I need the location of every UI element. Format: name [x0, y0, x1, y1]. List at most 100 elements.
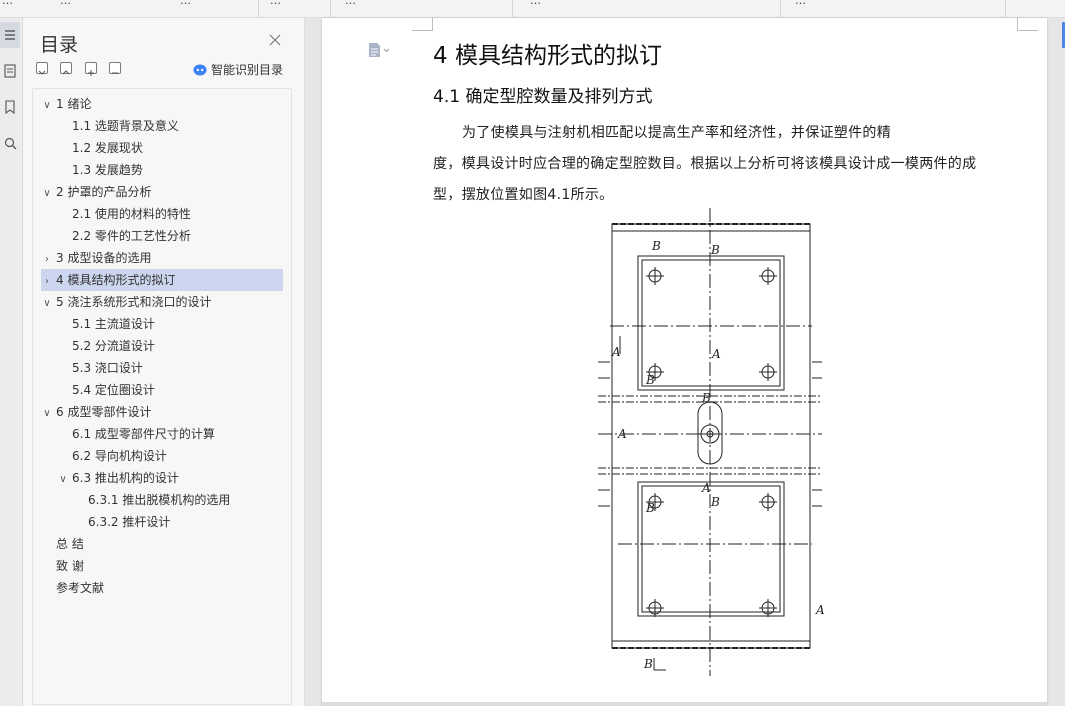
toolbar-fragment[interactable]: …: [2, 0, 13, 7]
section-label: B: [701, 391, 711, 405]
toc-item-label: 6.1 成型零部件尺寸的计算: [72, 427, 215, 441]
toc-item-label: 3 成型设备的选用: [56, 251, 152, 265]
toolbar-fragment[interactable]: …: [180, 0, 191, 7]
paragraph-line: 度，模具设计时应合理的确定型腔数目。根据以上分析可将该模具设计成一模两件的成: [433, 156, 977, 172]
toolbar-fragment[interactable]: …: [795, 0, 806, 7]
toc-item[interactable]: 1.1 选题背景及意义: [41, 115, 179, 137]
toc-item-label: 1.3 发展趋势: [72, 163, 143, 177]
section-label: A: [617, 427, 627, 441]
navigation-rail: [0, 18, 23, 706]
toc-item-label: 1 绪论: [56, 97, 92, 111]
toc-item[interactable]: › 4 模具结构形式的拟订: [41, 269, 283, 291]
toolbar-fragment[interactable]: …: [530, 0, 541, 7]
section-label: B: [710, 243, 720, 257]
toc-item[interactable]: 5.2 分流道设计: [41, 335, 155, 357]
toc-item-label: 6 成型零部件设计: [56, 405, 152, 419]
section-label: B: [710, 495, 720, 509]
smart-toc-button[interactable]: 智能识别目录: [193, 61, 283, 78]
expand-up-icon[interactable]: [60, 62, 72, 75]
toc-item-label: 6.3.1 推出脱模机构的选用: [88, 493, 231, 507]
toc-item-label: 2 护罩的产品分析: [56, 185, 152, 199]
remove-heading-icon[interactable]: [109, 62, 121, 74]
paragraph-line: 为了使模具与注射机相匹配以提高生产率和经济性，并保证塑件的精: [462, 125, 891, 141]
bookmark-icon[interactable]: [0, 94, 20, 120]
toc-item[interactable]: 2.1 使用的材料的特性: [41, 203, 191, 225]
document-page[interactable]: 4 模具结构形式的拟订 4.1 确定型腔数量及排列方式 为了使模具与注射机相匹配…: [322, 18, 1047, 706]
toc-item[interactable]: 2.2 零件的工艺性分析: [41, 225, 191, 247]
toc-item-label: 1.2 发展现状: [72, 141, 143, 155]
toc-item[interactable]: 致 谢: [41, 555, 84, 577]
toc-item-label: 1.1 选题背景及意义: [72, 119, 179, 133]
toc-item[interactable]: 6.3.2 推杆设计: [41, 511, 170, 533]
margin-mark: [1017, 18, 1038, 31]
collapse-all-icon[interactable]: [36, 62, 48, 75]
toolbar-divider: [1005, 0, 1006, 17]
toc-item[interactable]: ∨ 6 成型零部件设计: [41, 401, 151, 423]
document-area: 4 模具结构形式的拟订 4.1 确定型腔数量及排列方式 为了使模具与注射机相匹配…: [305, 18, 1065, 706]
toc-title: 目录: [40, 34, 79, 56]
margin-mark: [412, 18, 433, 31]
toc-item-label: 2.1 使用的材料的特性: [72, 207, 191, 221]
page-thumbnail-icon[interactable]: [0, 58, 20, 84]
section-label: A: [701, 481, 711, 495]
section-label: B: [643, 657, 653, 671]
section-label: B: [645, 501, 655, 515]
toc-item[interactable]: ∨ 2 护罩的产品分析: [41, 181, 151, 203]
toc-item-label: 6.3.2 推杆设计: [88, 515, 171, 529]
toolbar-divider: [330, 0, 331, 17]
search-icon[interactable]: [0, 130, 20, 156]
add-heading-icon[interactable]: [85, 62, 97, 76]
toolbar-fragment[interactable]: …: [270, 0, 281, 7]
toc-nav-icon[interactable]: [0, 22, 20, 48]
toc-item-label: 总 结: [56, 537, 84, 551]
toc-item[interactable]: 1.2 发展现状: [41, 137, 143, 159]
toolbar-divider: [780, 0, 781, 17]
toc-item[interactable]: 6.2 导向机构设计: [41, 445, 167, 467]
toc-item[interactable]: 5.3 浇口设计: [41, 357, 143, 379]
toc-item[interactable]: 5.1 主流道设计: [41, 313, 155, 335]
toc-item-label: 5 浇注系统形式和浇口的设计: [56, 295, 212, 309]
toolbar-divider: [258, 0, 259, 17]
chevron-down-icon[interactable]: ∨: [41, 95, 53, 117]
toc-item[interactable]: 6.3.1 推出脱模机构的选用: [41, 489, 230, 511]
toc-item[interactable]: 6.1 成型零部件尺寸的计算: [41, 423, 215, 445]
close-icon[interactable]: [267, 32, 283, 48]
toc-item[interactable]: ∨ 5 浇注系统形式和浇口的设计: [41, 291, 211, 313]
toc-item-label: 2.2 零件的工艺性分析: [72, 229, 191, 243]
toolbar-fragment[interactable]: …: [60, 0, 71, 7]
toc-item[interactable]: ∨ 1 绪论: [41, 93, 91, 115]
mold-layout-figure: B B A A B B A A B B A B: [598, 208, 825, 676]
toolbar-divider: [512, 0, 513, 17]
toc-item[interactable]: 5.4 定位圈设计: [41, 379, 155, 401]
toc-item-label: 5.1 主流道设计: [72, 317, 155, 331]
chevron-down-icon[interactable]: ∨: [41, 293, 53, 315]
chevron-right-icon[interactable]: ›: [41, 249, 53, 271]
toc-item[interactable]: 总 结: [41, 533, 84, 555]
heading-1: 4 模具结构形式的拟订: [433, 43, 662, 69]
toc-item[interactable]: 参考文献: [41, 577, 104, 599]
toolbar: … … … … … … …: [0, 0, 1065, 18]
toc-item[interactable]: › 3 成型设备的选用: [41, 247, 151, 269]
chevron-down-icon[interactable]: ∨: [41, 183, 53, 205]
toc-list: ∨ 1 绪论 1.1 选题背景及意义 1.2 发展现状 1.3 发展趋势 ∨ 2 护罩的产品…: [32, 88, 292, 705]
chevron-down-icon[interactable]: ∨: [57, 469, 69, 491]
paragraph-line: 型，摆放位置如图4.1所示。: [433, 187, 614, 203]
chevron-right-icon[interactable]: ›: [41, 271, 53, 293]
page-bottom-edge: [322, 702, 1047, 706]
toc-item[interactable]: ∨ 6.3 推出机构的设计: [41, 467, 179, 489]
section-label: A: [815, 603, 825, 617]
section-label: B: [651, 239, 661, 253]
toc-item[interactable]: 1.3 发展趋势: [41, 159, 143, 181]
smart-toc-label: 智能识别目录: [211, 63, 284, 77]
chevron-down-icon[interactable]: ∨: [41, 403, 53, 425]
toc-item-label: 5.3 浇口设计: [72, 361, 143, 375]
toc-item-label: 6.2 导向机构设计: [72, 449, 167, 463]
document-menu-icon[interactable]: [367, 42, 391, 58]
toolbar-fragment[interactable]: …: [345, 0, 356, 7]
section-label: A: [711, 347, 721, 361]
toc-item-label: 致 谢: [56, 559, 84, 573]
toc-item-label: 参考文献: [56, 581, 105, 595]
section-label: B: [645, 373, 655, 387]
heading-2: 4.1 确定型腔数量及排列方式: [433, 87, 653, 107]
ai-assistant-icon: [193, 64, 207, 75]
